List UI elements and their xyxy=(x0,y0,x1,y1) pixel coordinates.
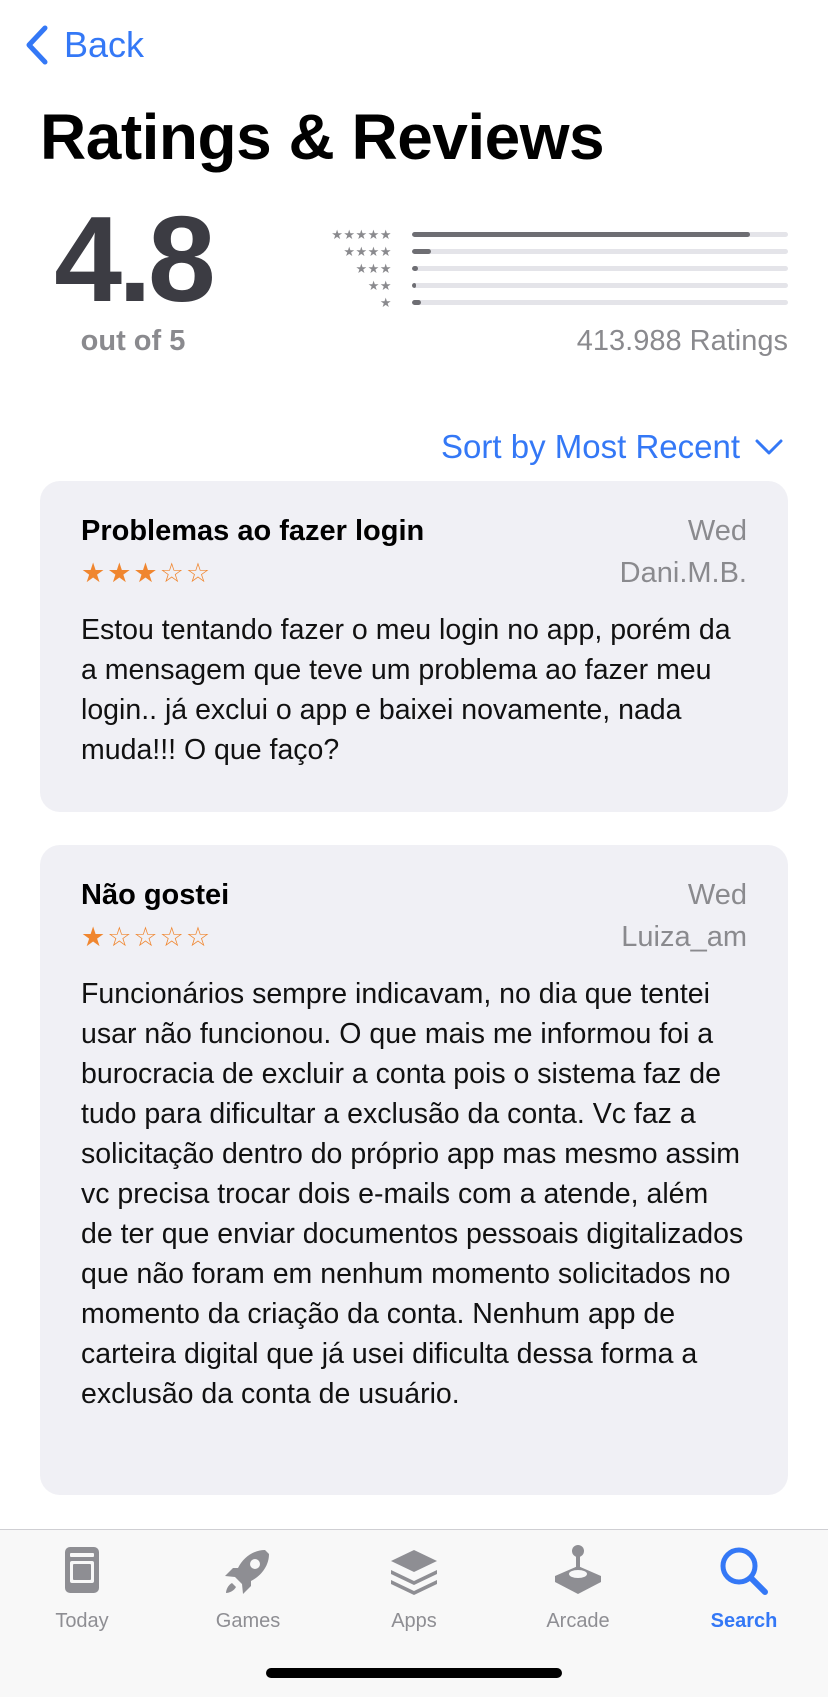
chevron-left-icon xyxy=(26,25,48,65)
histogram-fill xyxy=(412,283,416,288)
tab-arcade[interactable]: Arcade xyxy=(508,1544,648,1633)
tab-label: Games xyxy=(215,1610,281,1632)
tab-today[interactable]: Today xyxy=(12,1544,152,1633)
histogram-row-4: ★★★★ xyxy=(310,243,788,260)
review-body: Estou tentando fazer o meu login no app,… xyxy=(81,614,731,766)
today-icon xyxy=(65,1547,99,1593)
tab-label: Search xyxy=(710,1610,778,1632)
histogram-fill xyxy=(412,249,431,254)
star-rating: ★★★☆☆ xyxy=(81,558,213,588)
histogram-row-1: ★ xyxy=(310,294,788,311)
average-rating: 4.8 xyxy=(54,191,216,327)
review-body: Funcionários sempre indicavam, no dia qu… xyxy=(81,978,744,1410)
histogram-track xyxy=(412,232,788,237)
histogram-row-5: ★★★★★ xyxy=(310,226,788,243)
tab-apps[interactable]: Apps xyxy=(344,1544,484,1633)
histogram-track xyxy=(412,283,788,288)
review-date: Wed xyxy=(687,515,747,547)
histogram-stars-label: ★★★★★ xyxy=(331,227,392,242)
chevron-down-icon xyxy=(755,439,783,455)
histogram-stars-label: ★ xyxy=(379,295,392,310)
histogram-fill xyxy=(412,266,418,271)
histogram-fill xyxy=(412,300,422,305)
review-title: Problemas ao fazer login xyxy=(81,515,425,547)
histogram-stars-label: ★★ xyxy=(367,278,392,293)
search-icon xyxy=(720,1547,768,1595)
histogram-fill xyxy=(412,232,751,237)
sort-dropdown[interactable]: Sort by Most Recent xyxy=(441,428,784,466)
review-title: Não gostei xyxy=(81,879,230,911)
histogram-track xyxy=(412,266,788,271)
review-date: Wed xyxy=(687,879,747,911)
histogram-stars-label: ★★★★ xyxy=(343,244,392,259)
tab-search[interactable]: Search xyxy=(674,1544,814,1633)
rating-histogram: ★★★★★ ★★★★ ★★★ ★★ ★ xyxy=(310,226,788,311)
ratings-count: 413.988 Ratings xyxy=(576,325,788,357)
page-title: Ratings & Reviews xyxy=(40,101,605,173)
back-button[interactable]: Back xyxy=(24,22,144,68)
home-indicator xyxy=(266,1668,562,1678)
review-author: Luiza_am xyxy=(621,921,747,953)
histogram-row-3: ★★★ xyxy=(310,260,788,277)
tab-label: Arcade xyxy=(546,1610,610,1632)
review-card[interactable]: Problemas ao fazer login Wed ★★★☆☆ Dani.… xyxy=(40,481,788,812)
rocket-icon xyxy=(225,1550,269,1594)
sort-label: Sort by Most Recent xyxy=(441,428,740,465)
tab-label: Apps xyxy=(391,1610,437,1632)
histogram-track xyxy=(412,300,788,305)
histogram-track xyxy=(412,249,788,254)
layers-icon xyxy=(391,1550,437,1595)
out-of-label: out of 5 xyxy=(80,325,186,357)
tab-games[interactable]: Games xyxy=(178,1544,318,1633)
tab-label: Today xyxy=(55,1610,109,1632)
review-author: Dani.M.B. xyxy=(619,557,747,589)
histogram-stars-label: ★★★ xyxy=(355,261,392,276)
joystick-icon xyxy=(555,1545,601,1594)
review-card[interactable]: Não gostei Wed ★☆☆☆☆ Luiza_am Funcionári… xyxy=(40,845,788,1495)
star-rating: ★☆☆☆☆ xyxy=(81,922,213,952)
histogram-row-2: ★★ xyxy=(310,277,788,294)
back-label: Back xyxy=(64,24,145,65)
